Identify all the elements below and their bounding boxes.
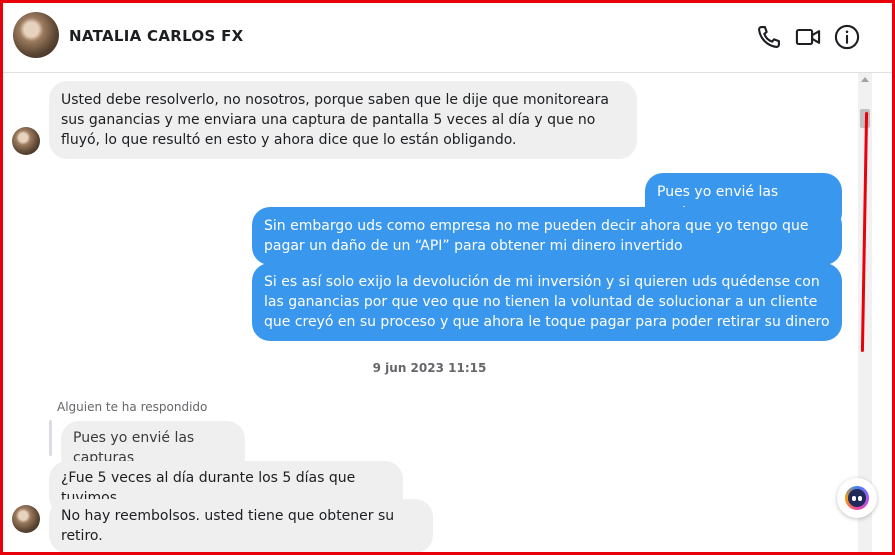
contact-avatar-small[interactable]: [12, 505, 40, 533]
incoming-message[interactable]: Usted debe resolverlo, no nosotros, porq…: [49, 81, 637, 159]
contact-name[interactable]: NATALIA CARLOS FX: [69, 27, 244, 45]
outgoing-message[interactable]: Si es así solo exijo la devolución de mi…: [252, 263, 842, 341]
outgoing-message[interactable]: Sin embargo uds como empresa no me puede…: [252, 207, 842, 265]
message-thread: Usted debe resolverlo, no nosotros, porq…: [3, 73, 856, 552]
conversation-header: NATALIA CARLOS FX: [3, 3, 892, 73]
reply-notice: Alguien te ha respondido: [57, 400, 208, 414]
message-timestamp: 9 jun 2023 11:15: [372, 361, 487, 375]
scroll-up-icon[interactable]: [861, 77, 869, 82]
phone-icon[interactable]: [755, 23, 783, 51]
contact-avatar-small[interactable]: [12, 127, 40, 155]
assistant-bot-button[interactable]: [837, 478, 877, 518]
video-call-icon[interactable]: [794, 23, 822, 51]
info-icon[interactable]: [833, 23, 861, 51]
incoming-message[interactable]: No hay reembolsos. usted tiene que obten…: [49, 499, 433, 552]
bot-face-icon: [848, 489, 866, 507]
contact-avatar[interactable]: [13, 12, 59, 58]
reply-quote-bar: [49, 420, 52, 456]
